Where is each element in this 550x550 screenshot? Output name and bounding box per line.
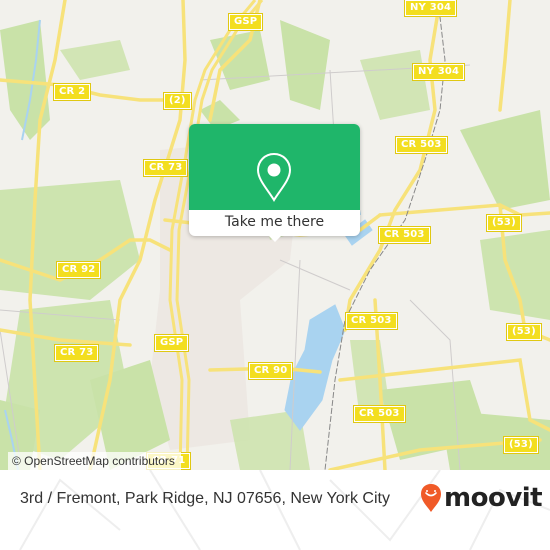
road-label: CR 92	[55, 261, 102, 279]
road-label: (53)	[486, 214, 522, 232]
road-label: GSP	[153, 334, 190, 352]
popup-pointer	[267, 234, 283, 242]
road-label: (53)	[503, 436, 539, 454]
road-label: NY 304	[411, 63, 466, 81]
location-popup: Take me there	[189, 124, 360, 242]
road-label: (2)	[163, 92, 192, 110]
road-label: CR 90	[247, 362, 294, 380]
footer: 3rd / Fremont, Park Ridge, NJ 07656, New…	[0, 470, 550, 550]
road-label: CR 503	[378, 226, 431, 244]
road-label: CR 503	[395, 136, 448, 154]
road-label: NY 304	[403, 0, 458, 17]
map-view[interactable]: GSP NY 304 NY 304 CR 2 (2) CR 73 CR 503 …	[0, 0, 550, 470]
road-label: CR 503	[353, 405, 406, 423]
road-label: CR 2	[52, 83, 92, 101]
road-label: CR 73	[53, 344, 100, 362]
take-me-there-button[interactable]: Take me there	[189, 210, 360, 236]
location-pin-icon	[256, 152, 292, 202]
moovit-smile-pin-icon	[421, 484, 441, 512]
brand-name: moovit	[444, 483, 543, 513]
map-attribution[interactable]: © OpenStreetMap contributors	[8, 452, 181, 470]
moovit-logo[interactable]: moovit	[420, 483, 543, 513]
popup-header	[189, 124, 360, 210]
address-text: 3rd / Fremont, Park Ridge, NJ 07656, New…	[20, 490, 390, 507]
road-label: CR 503	[345, 312, 398, 330]
road-label: (53)	[506, 323, 542, 341]
road-label: GSP	[227, 13, 264, 31]
road-label: CR 73	[142, 159, 189, 177]
